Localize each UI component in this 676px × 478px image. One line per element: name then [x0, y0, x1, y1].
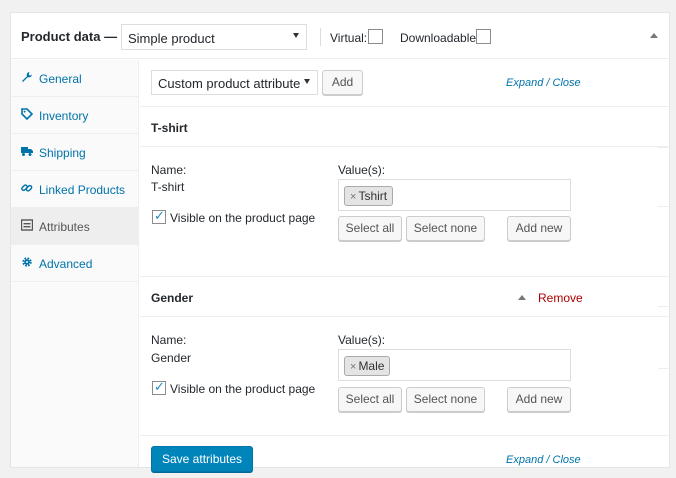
product-data-header: Product data — Simple product Virtual: D… — [11, 13, 669, 59]
footer-expand-close-links: Expand / Close — [506, 454, 581, 466]
name-label: Name: — [151, 163, 187, 177]
values-input[interactable]: × Tshirt — [338, 179, 571, 211]
downloadable-checkbox[interactable] — [476, 29, 491, 44]
value-chip[interactable]: × Tshirt — [344, 186, 394, 206]
add-attribute-button[interactable]: Add — [322, 70, 363, 95]
expand-close-links: Expand / Close — [506, 77, 581, 89]
expand-link[interactable]: Expand — [506, 77, 543, 89]
close-link[interactable]: Close — [553, 454, 581, 466]
background-divider — [658, 206, 672, 207]
attribute-header-gender[interactable]: Gender Remove — [140, 277, 669, 317]
product-data-panel: Product data — Simple product Virtual: D… — [10, 12, 670, 472]
attribute-body-tshirt: Name: T-shirt Value(s): × Tshirt ✓ Visibl… — [140, 148, 669, 277]
attributes-toolbar: Custom product attribute Add Expand / Cl… — [140, 60, 669, 107]
visible-checkbox[interactable]: ✓ — [152, 208, 166, 224]
collapse-toggle-icon[interactable] — [650, 33, 658, 38]
remove-chip-icon[interactable]: × — [350, 361, 356, 373]
panel-title: Product data — — [21, 29, 118, 44]
product-type-value: Simple product — [128, 31, 215, 46]
select-all-button[interactable]: Select all — [338, 387, 402, 412]
values-label: Value(s): — [338, 163, 386, 177]
downloadable-label: Downloadable: — [400, 31, 480, 45]
add-new-button[interactable]: Add new — [507, 216, 571, 241]
value-chip-label: Tshirt — [358, 189, 388, 203]
tab-linked-products[interactable]: Linked Products — [11, 171, 138, 208]
value-chip-label: Male — [358, 359, 385, 373]
select-all-button[interactable]: Select all — [338, 216, 402, 241]
checkmark-icon: ✓ — [154, 208, 165, 223]
tab-shipping-label: Shipping — [39, 146, 86, 160]
tab-linked-products-label: Linked Products — [39, 183, 126, 197]
visible-label: Visible on the product page — [170, 211, 316, 225]
tab-advanced-label: Advanced — [39, 257, 93, 271]
link-separator: / — [546, 77, 550, 89]
attribute-type-select[interactable]: Custom product attribute — [151, 70, 318, 95]
chevron-down-icon — [293, 33, 299, 38]
background-divider — [658, 147, 672, 148]
tab-shipping[interactable]: Shipping — [11, 134, 138, 171]
expand-link[interactable]: Expand — [506, 454, 543, 466]
chevron-down-icon — [304, 79, 310, 84]
virtual-checkbox[interactable] — [368, 29, 383, 44]
select-none-button[interactable]: Select none — [406, 387, 485, 412]
name-value: T-shirt — [151, 180, 185, 194]
value-chip[interactable]: × Male — [344, 356, 391, 376]
remove-attribute-link[interactable]: Remove — [538, 291, 583, 305]
collapse-toggle-icon[interactable] — [518, 295, 526, 300]
background-divider — [658, 368, 672, 369]
product-tabs-sidebar: General Inventory Shipping Linked Produc… — [11, 60, 139, 467]
close-link[interactable]: Close — [553, 77, 581, 89]
add-new-button[interactable]: Add new — [507, 387, 571, 412]
remove-chip-icon[interactable]: × — [350, 191, 356, 203]
tab-general-label: General — [39, 72, 82, 86]
values-input[interactable]: × Male — [338, 349, 571, 381]
tab-attributes-label: Attributes — [39, 220, 90, 234]
virtual-label: Virtual: — [330, 31, 368, 45]
attribute-title: T-shirt — [151, 121, 188, 135]
visible-label: Visible on the product page — [170, 382, 316, 396]
tab-attributes[interactable]: Attributes — [11, 208, 138, 245]
attribute-header-tshirt[interactable]: T-shirt — [140, 107, 669, 147]
select-none-button[interactable]: Select none — [406, 216, 485, 241]
tab-advanced[interactable]: Advanced — [11, 245, 138, 282]
product-type-select[interactable]: Simple product — [121, 24, 307, 50]
checkmark-icon: ✓ — [154, 379, 165, 394]
attribute-body-gender: Name: Gender Value(s): × Male ✓ Visible o… — [140, 318, 669, 436]
name-label: Name: — [151, 333, 187, 347]
attributes-content: Custom product attribute Add Expand / Cl… — [140, 60, 669, 472]
name-value: Gender — [151, 351, 192, 365]
link-separator: / — [546, 454, 550, 466]
truck-icon — [21, 147, 33, 156]
tab-general[interactable]: General — [11, 60, 138, 97]
tab-inventory-label: Inventory — [39, 109, 89, 123]
header-divider — [320, 28, 321, 46]
attribute-title: Gender — [151, 291, 194, 305]
list-icon — [21, 219, 33, 231]
save-attributes-button[interactable]: Save attributes — [151, 446, 254, 472]
link-icon — [21, 184, 33, 192]
background-divider — [658, 306, 672, 307]
tab-inventory[interactable]: Inventory — [11, 97, 138, 134]
values-label: Value(s): — [338, 333, 386, 347]
tag-icon — [21, 108, 33, 120]
gear-icon — [22, 257, 32, 267]
wrench-icon — [22, 72, 32, 82]
attribute-type-value: Custom product attribute — [158, 76, 301, 91]
visible-checkbox[interactable]: ✓ — [152, 379, 166, 395]
